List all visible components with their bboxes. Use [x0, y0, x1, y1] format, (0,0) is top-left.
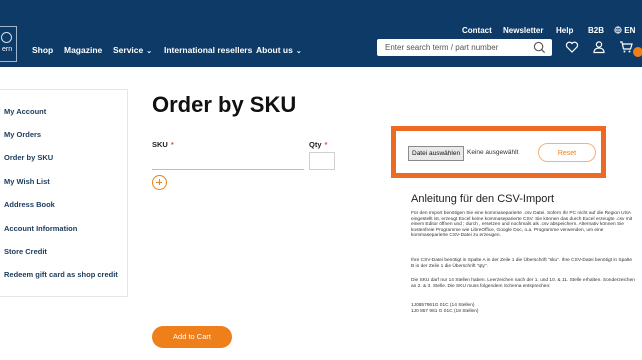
- nav-about-us[interactable]: About us ⌄: [256, 45, 302, 55]
- csv-help-paragraph-1: Für den Import benötigen Sie eine kommas…: [411, 211, 633, 239]
- choose-file-button[interactable]: Datei auswählen: [408, 146, 465, 161]
- add-to-cart-button[interactable]: Add to Cart: [152, 326, 232, 348]
- nav-magazine[interactable]: Magazine: [64, 45, 102, 55]
- page-title: Order by SKU: [152, 92, 297, 117]
- csv-help-paragraph-3: Die SKU darf nur 14 Stellen haben. Leerz…: [411, 278, 635, 289]
- required-mark: *: [170, 140, 174, 149]
- brand-logo[interactable]: ern: [0, 26, 17, 62]
- search-icon[interactable]: [533, 41, 546, 54]
- nav-service-label: Service: [113, 45, 144, 55]
- language-switcher[interactable]: EN: [614, 26, 635, 35]
- cart-count-badge: [633, 47, 642, 57]
- csv-help-example-1: 1J0857961G 01C (14 Stellen): [411, 303, 475, 308]
- b2b-link[interactable]: B2B: [588, 26, 604, 35]
- user-icon[interactable]: [592, 40, 606, 54]
- sidebar-item-account-information[interactable]: Account Information: [4, 224, 77, 233]
- sidebar-item-my-orders[interactable]: My Orders: [4, 130, 41, 139]
- sidebar-item-my-wish-list[interactable]: My Wish List: [4, 177, 50, 186]
- nav-international-resellers[interactable]: International resellers: [164, 45, 252, 55]
- csv-import-heading: Anleitung für den CSV-Import: [411, 193, 555, 205]
- sidebar-item-address-book[interactable]: Address Book: [4, 200, 55, 209]
- newsletter-link[interactable]: Newsletter: [503, 26, 543, 35]
- chevron-down-icon: ⌄: [295, 48, 302, 55]
- csv-help-example-2: 1J0 857 961 G 01C (18 Stellen): [411, 309, 479, 314]
- qty-label-text: Qty: [309, 140, 322, 149]
- logo-mark-icon: [1, 32, 12, 43]
- chevron-down-icon: ⌄: [146, 48, 153, 55]
- sidebar-item-redeem-gift-card[interactable]: Redeem gift card as shop credit: [4, 270, 118, 279]
- globe-icon: [614, 26, 622, 34]
- contact-link[interactable]: Contact: [462, 26, 492, 35]
- csv-help-paragraph-2: Ihre CSV-Datei benötigt in Spalte A in d…: [411, 258, 632, 269]
- sidebar-item-order-by-sku[interactable]: Order by SKU: [4, 153, 53, 162]
- account-sidebar: My Account My Orders Order by SKU My Wis…: [0, 89, 128, 297]
- qty-input[interactable]: [309, 152, 335, 170]
- heart-icon[interactable]: [565, 40, 579, 54]
- sku-label: SKU *: [152, 140, 174, 149]
- sku-input[interactable]: [152, 169, 304, 170]
- search-placeholder: Enter search term / part number: [385, 43, 499, 52]
- help-link[interactable]: Help: [556, 26, 573, 35]
- no-file-selected-text: Keine ausgewählt: [467, 149, 519, 156]
- reset-button[interactable]: Reset: [538, 143, 596, 162]
- nav-about-us-label: About us: [256, 45, 293, 55]
- required-mark: *: [324, 140, 328, 149]
- nav-service[interactable]: Service ⌄: [113, 45, 152, 55]
- language-label: EN: [624, 26, 636, 35]
- logo-text: ern: [2, 46, 13, 53]
- cart-icon[interactable]: [619, 40, 633, 54]
- qty-label: Qty *: [309, 140, 327, 149]
- nav-shop[interactable]: Shop: [32, 45, 53, 55]
- sku-label-text: SKU: [152, 140, 168, 149]
- add-row-plus-icon[interactable]: [152, 175, 167, 190]
- site-header: ern Contact Newsletter Help B2B EN Shop …: [0, 0, 642, 67]
- sidebar-item-my-account[interactable]: My Account: [4, 107, 46, 116]
- search-input[interactable]: Enter search term / part number: [377, 39, 552, 56]
- sidebar-item-store-credit[interactable]: Store Credit: [4, 247, 47, 256]
